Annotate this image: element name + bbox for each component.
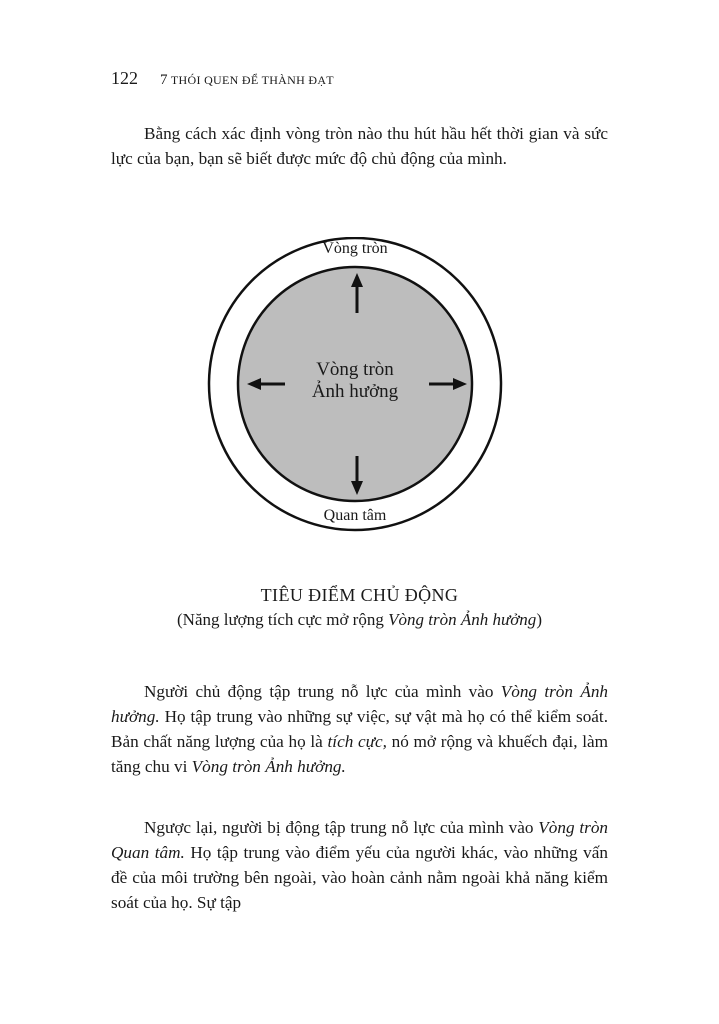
intro-paragraph: Bằng cách xác định vòng tròn nào thu hút…	[111, 121, 608, 171]
p3-text-2: Họ tập trung vào điểm yếu của người khác…	[111, 843, 608, 912]
outer-label-top: Vòng tròn	[322, 240, 388, 257]
inner-label: Vòng tròn Ảnh hưởng	[205, 359, 505, 403]
running-header: 122 7 THÓI QUEN ĐỂ THÀNH ĐẠT	[111, 68, 334, 89]
caption-sub-prefix: (Năng lượng tích cực mở rộng	[177, 610, 389, 629]
running-title-prefix: 7	[160, 72, 168, 88]
p3-text-1: Ngược lại, người bị động tập trung nỗ lự…	[144, 818, 539, 837]
body-paragraph-reactive: Ngược lại, người bị động tập trung nỗ lự…	[111, 815, 608, 915]
intro-paragraph-text: Bằng cách xác định vòng tròn nào thu hút…	[111, 124, 608, 168]
circle-diagram: Vòng tròn Vòng tròn Ảnh hưởng Quan tâm	[205, 237, 505, 537]
body-paragraph-proactive: Người chủ động tập trung nỗ lực của mình…	[111, 679, 608, 779]
running-title-text: THÓI QUEN ĐỂ THÀNH ĐẠT	[170, 73, 334, 87]
page-number: 122	[111, 68, 138, 88]
p2-text-1: Người chủ động tập trung nỗ lực của mình…	[144, 682, 501, 701]
p2-italic-3: Vòng tròn Ảnh hưởng.	[191, 757, 346, 776]
caption-sub-suffix: )	[536, 610, 542, 629]
inner-label-line2: Ảnh hưởng	[311, 381, 399, 402]
p2-italic-2: tích cực,	[327, 732, 387, 751]
caption-sub-italic: Vòng tròn Ảnh hưởng	[388, 610, 537, 629]
outer-label-bottom: Quan tâm	[323, 507, 387, 524]
inner-label-line1: Vòng tròn	[316, 359, 394, 380]
caption-title: TIÊU ĐIỂM CHỦ ĐỘNG	[260, 585, 459, 605]
running-title: 7 THÓI QUEN ĐỂ THÀNH ĐẠT	[160, 72, 334, 89]
caption-subtitle: (Năng lượng tích cực mở rộng Vòng tròn Ả…	[0, 610, 719, 630]
